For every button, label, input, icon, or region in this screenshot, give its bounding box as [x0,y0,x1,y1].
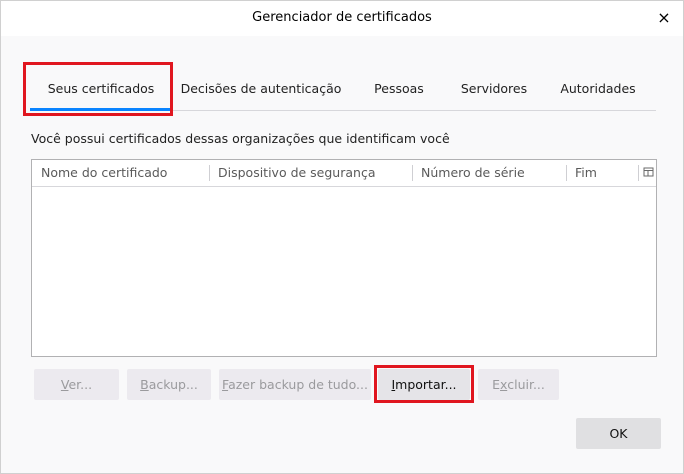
tab-your-certificates[interactable]: Seus certificados [30,65,172,111]
import-button[interactable]: Importar... [378,369,470,400]
close-button[interactable]: × [653,7,675,29]
button-label: er... [68,377,93,392]
access-key: B [140,377,149,392]
button-label: mportar... [395,377,457,392]
certificates-description: Você possui certificados dessas organiza… [31,131,450,146]
ok-button[interactable]: OK [576,418,661,449]
title-bar: Gerenciador de certificados × [1,1,683,36]
tab-label: Seus certificados [47,81,155,96]
certificate-manager-dialog: Gerenciador de certificados × Seus certi… [0,0,684,474]
column-certificate-name[interactable]: Nome do certificado [32,160,209,186]
column-security-device[interactable]: Dispositivo de segurança [209,160,412,186]
table-header: Nome do certificado Dispositivo de segur… [32,160,656,187]
column-serial-number[interactable]: Número de série [412,160,566,186]
window-title: Gerenciador de certificados [252,10,432,25]
certificates-table[interactable]: Nome do certificado Dispositivo de segur… [31,159,657,357]
tab-people[interactable]: Pessoas [350,65,448,110]
view-button[interactable]: Ver... [34,369,119,400]
button-label: azer backup de tudo... [228,377,368,392]
dialog-content: Seus certificados Decisões de autenticaç… [1,36,683,473]
tab-label: Pessoas [374,81,424,96]
close-icon: × [657,8,671,27]
column-separator[interactable] [638,165,639,181]
tab-label: Servidores [460,81,528,96]
column-picker-icon [643,167,654,177]
column-picker-button[interactable] [640,160,656,186]
button-label: ackup... [148,377,198,392]
tab-label: Decisões de autenticação [180,81,342,96]
tab-servers[interactable]: Servidores [448,65,540,110]
backup-button[interactable]: Backup... [127,369,211,400]
tab-label: Autoridades [560,81,636,96]
tab-authentication-decisions[interactable]: Decisões de autenticação [172,65,350,110]
button-label: cluir... [507,377,545,392]
tab-strip: Seus certificados Decisões de autenticaç… [30,65,656,111]
delete-button[interactable]: Excluir... [478,369,559,400]
backup-all-button[interactable]: Fazer backup de tudo... [219,369,371,400]
column-expires[interactable]: Fim [566,160,638,186]
button-label: E [492,377,501,392]
tab-authorities[interactable]: Autoridades [540,65,656,110]
